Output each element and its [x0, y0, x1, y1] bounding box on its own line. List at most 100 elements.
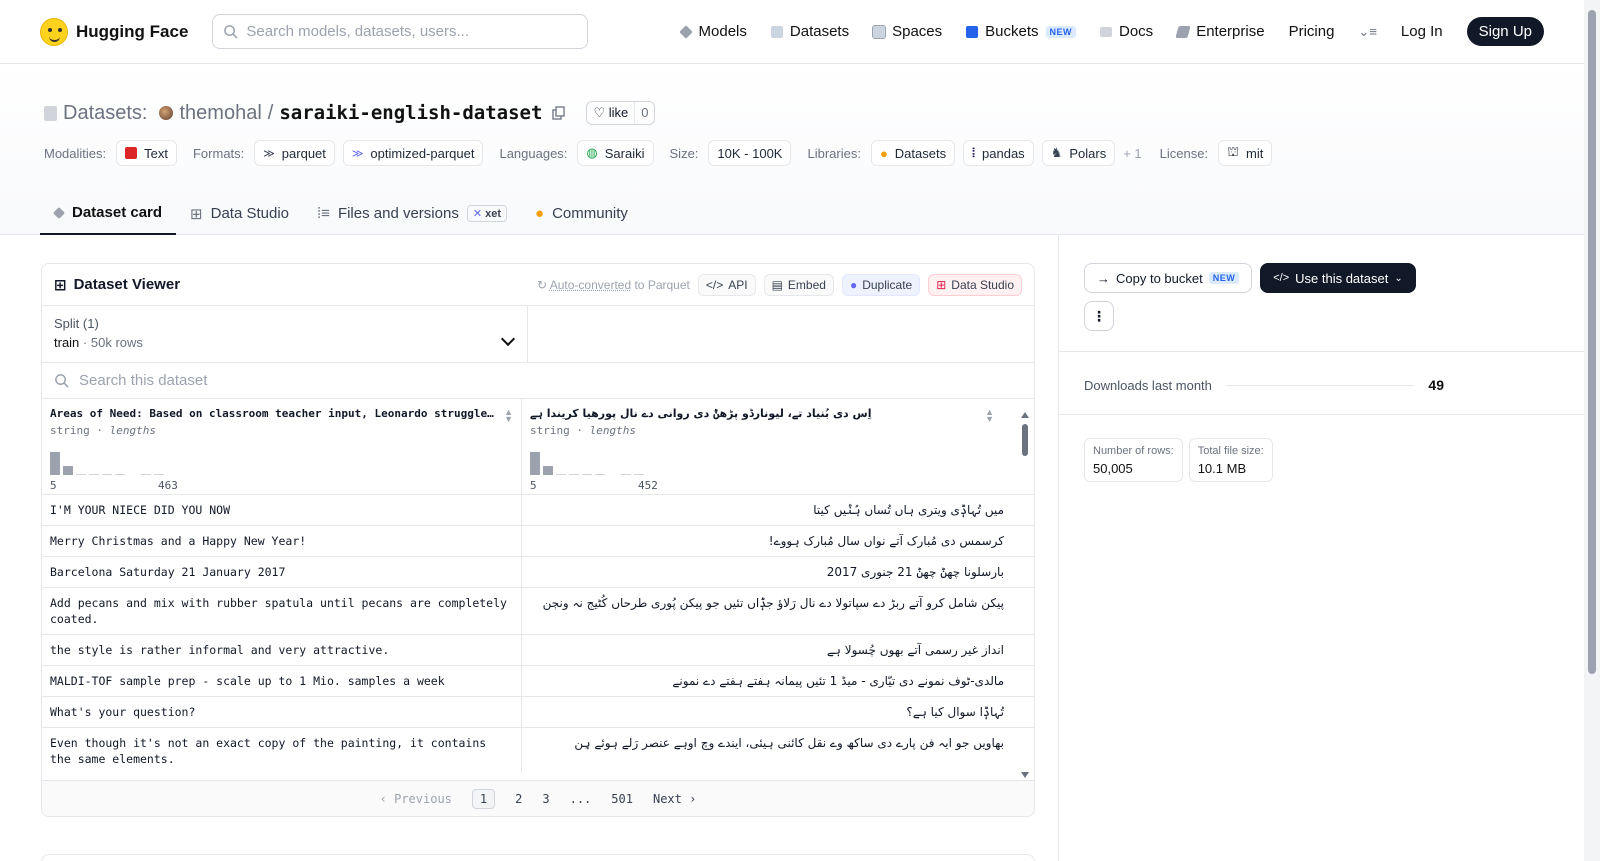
nav-more[interactable]: ⌄≡ [1358, 24, 1376, 40]
dataset-search[interactable]: Search this dataset [42, 363, 1034, 399]
more-options-button[interactable]: ⋮ [1084, 301, 1114, 331]
table-row[interactable]: Even though it's not an exact copy of th… [42, 728, 1034, 773]
column-header-saraiki[interactable]: اِس دی بُنیاد تے، لیونارڈو پڑھݨ دی روانی… [522, 399, 1012, 494]
cell-saraiki[interactable]: کرسمس دی مُبارک آتے نواں سال مُبارک ہووے… [522, 526, 1012, 556]
scroll-thumb[interactable] [1022, 424, 1028, 456]
tag-language-saraiki[interactable]: ◍ Saraiki [577, 140, 654, 166]
cell-english[interactable]: What's your question? [42, 697, 522, 727]
cell-english[interactable]: Add pecans and mix with rubber spatula u… [42, 588, 522, 634]
next-page-button[interactable]: Next › [653, 792, 696, 806]
sidebar-actions: → Copy to bucket NEW </> Use this dataset ⌄ [1084, 263, 1416, 293]
cell-saraiki[interactable]: بھاویں جو ایہ فن پارے دی ساکھ وے نقل کائ… [522, 728, 1012, 773]
cell-saraiki[interactable]: انداز غیر رسمی آتے بھوں چُسولا ہے [522, 635, 1012, 665]
cell-english[interactable]: Merry Christmas and a Happy New Year! [42, 526, 522, 556]
cell-saraiki[interactable]: پیکن شامل کرو آتے ربڑ دے سپاتولا دے نال … [522, 588, 1012, 634]
like-label: like [608, 105, 629, 120]
tag-license-mit[interactable]: ⛫ mit [1218, 140, 1273, 166]
page-3-button[interactable]: 3 [542, 792, 549, 806]
tag-lib-pandas[interactable]: ⦙ pandas [963, 140, 1034, 166]
api-button[interactable]: </> API [697, 273, 756, 296]
nav-models-label: Models [698, 23, 747, 40]
table-row[interactable]: Add pecans and mix with rubber spatula u… [42, 588, 1034, 635]
nav-pricing[interactable]: Pricing [1289, 23, 1335, 40]
like-button[interactable]: ♡ like 0 [586, 101, 656, 125]
table-row[interactable]: MALDI-TOF sample prep - scale up to 1 Mi… [42, 666, 1034, 697]
dataset-name[interactable]: saraiki-english-dataset [279, 102, 542, 124]
repo-type-link[interactable]: Datasets: [63, 102, 147, 125]
page-last-button[interactable]: 501 [611, 792, 633, 806]
use-dataset-button[interactable]: </> Use this dataset ⌄ [1260, 263, 1416, 293]
page-1-button[interactable]: 1 [471, 788, 496, 809]
cell-english[interactable]: Even though it's not an exact copy of th… [42, 728, 522, 773]
duplicate-button[interactable]: ● Duplicate [841, 273, 921, 296]
nav-datasets[interactable]: Datasets [770, 23, 849, 40]
histogram-bar [634, 474, 644, 475]
rows-stat: Number of rows: 50,005 [1084, 438, 1183, 482]
dataset-viewer: ⊞ Dataset Viewer ↻ Auto-converted to Parq… [41, 263, 1035, 817]
cell-saraiki[interactable]: بارسلونا چھݨ چھݨ 21 جنوری 2017 [522, 557, 1012, 587]
data-studio-label: Data Studio [951, 277, 1014, 292]
page-2-button[interactable]: 2 [515, 792, 522, 806]
tab-files-versions[interactable]: ⁞≡ Files and versions ✕ xet [303, 192, 521, 235]
page-scrollbar[interactable] [1584, 0, 1600, 861]
page-scroll-thumb[interactable] [1588, 10, 1596, 674]
brand-logo[interactable]: Hugging Face [40, 17, 188, 46]
split-dot: · [82, 335, 88, 350]
owner-link[interactable]: themohal [179, 102, 261, 125]
previous-page-button[interactable]: ‹ Previous [380, 792, 452, 806]
tab-community[interactable]: ● Community [521, 192, 642, 235]
cell-saraiki[interactable]: میں تُہاݙی ویتری ہاں تُساں ہُݨیں کیتا [522, 495, 1012, 525]
table-row[interactable]: Barcelona Saturday 21 January 2017 بارسلو… [42, 557, 1034, 588]
new-badge: NEW [1208, 272, 1240, 284]
tag-modality-text[interactable]: Text [116, 140, 177, 166]
nav-spaces[interactable]: Spaces [872, 23, 942, 40]
cell-saraiki[interactable]: مالدی-ٹوف نمونے دی تیّاری - میڈ 1 تئیں پ… [522, 666, 1012, 696]
login-label: Log In [1400, 23, 1443, 40]
copy-icon[interactable] [552, 106, 566, 120]
histogram-bar [102, 474, 112, 475]
tab-data-studio[interactable]: ⊞ Data Studio [176, 192, 303, 235]
histogram-bar [582, 474, 592, 475]
table-row[interactable]: I'M YOUR NIECE DID YOU NOW میں تُہاݙی ویت… [42, 495, 1034, 526]
signup-button[interactable]: Sign Up [1466, 17, 1544, 46]
column-header-english[interactable]: Areas of Need: Based on classroom teache… [42, 399, 522, 494]
global-search-input[interactable] [246, 23, 567, 40]
scroll-up-arrow-icon[interactable] [1021, 412, 1029, 418]
global-search[interactable] [212, 14, 589, 49]
tag-lib-polars[interactable]: ♞ Polars [1041, 140, 1116, 166]
table-row[interactable]: Merry Christmas and a Happy New Year! کرس… [42, 526, 1034, 557]
auto-converted-link[interactable]: Auto-converted [550, 278, 631, 292]
cell-saraiki[interactable]: تُہاݙا سوال کیا ہے؟ [522, 697, 1012, 727]
tag-lib-datasets[interactable]: ● Datasets [870, 140, 956, 166]
login-link[interactable]: Log In [1401, 23, 1443, 40]
cell-english[interactable]: I'M YOUR NIECE DID YOU NOW [42, 495, 522, 525]
table-row[interactable]: the style is rather informal and very at… [42, 635, 1034, 666]
enterprise-icon [1175, 25, 1191, 38]
repo-title: Datasets: themohal / saraiki-english-dat… [44, 101, 656, 125]
split-selector[interactable]: Split (1) train · 50k rows [42, 306, 528, 362]
nav-docs[interactable]: Docs [1100, 23, 1153, 40]
scroll-down-arrow-icon[interactable] [1021, 772, 1029, 778]
nav-buckets[interactable]: Buckets NEW [966, 23, 1076, 40]
data-studio-button[interactable]: ⊞ Data Studio [928, 273, 1022, 296]
tag-format-parquet[interactable]: ≫ parquet [254, 140, 335, 166]
table-row[interactable]: What's your question? تُہاݙا سوال کیا ہے؟ [42, 697, 1034, 728]
cell-english[interactable]: MALDI-TOF sample prep - scale up to 1 Mi… [42, 666, 522, 696]
nav-enterprise[interactable]: Enterprise [1175, 23, 1265, 40]
sort-icon[interactable]: ▲ ▼ [504, 408, 513, 424]
tab-dataset-card[interactable]: Dataset card [40, 192, 177, 235]
nav-models[interactable]: Models [678, 23, 747, 40]
table-scrollbar[interactable] [1018, 410, 1032, 780]
more-libraries[interactable]: + 1 [1123, 146, 1141, 161]
copy-to-bucket-button[interactable]: → Copy to bucket NEW [1084, 263, 1253, 293]
cell-english[interactable]: the style is rather informal and very at… [42, 635, 522, 665]
tag-size[interactable]: 10K - 100K [708, 140, 792, 166]
split-name: train [54, 335, 80, 350]
cell-english[interactable]: Barcelona Saturday 21 January 2017 [42, 557, 522, 587]
sort-icon[interactable]: ▲ ▼ [985, 408, 994, 424]
embed-label: Embed [787, 277, 826, 292]
embed-button[interactable]: ▤ Embed [763, 273, 834, 296]
tag-format-optimized-parquet[interactable]: ≫ optimized-parquet [342, 140, 484, 166]
license-icon: ⛫ [1227, 144, 1240, 159]
size-label: Size: [669, 145, 699, 161]
